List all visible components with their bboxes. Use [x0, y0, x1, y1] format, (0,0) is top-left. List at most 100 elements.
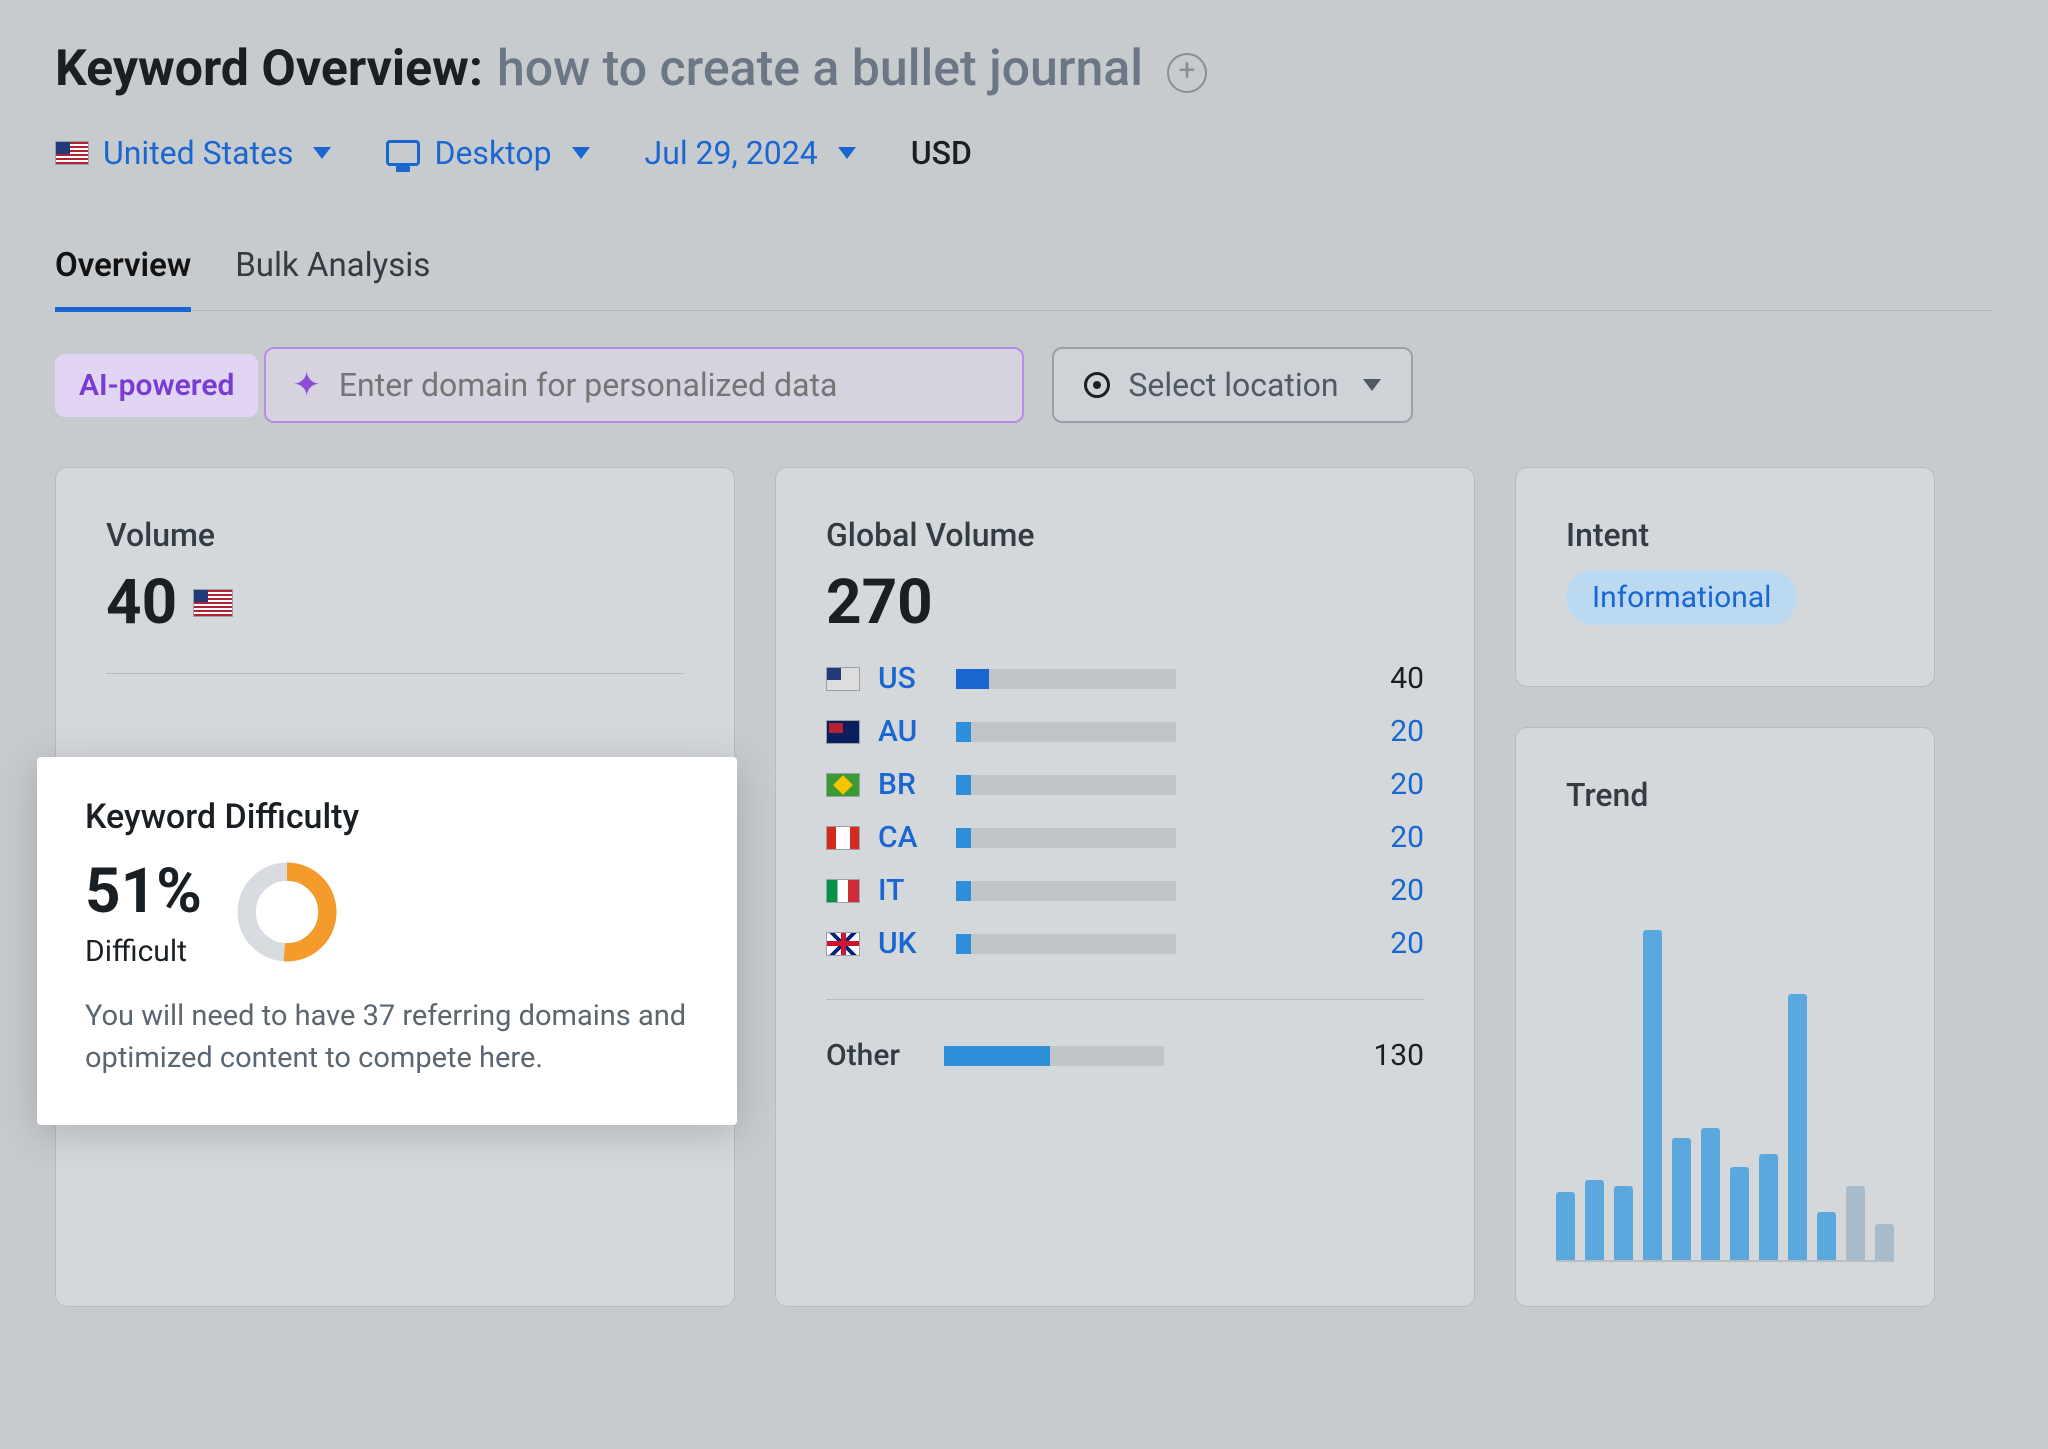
page-title-row: Keyword Overview: how to create a bullet…: [55, 40, 1993, 98]
tab-overview[interactable]: Overview: [55, 246, 191, 312]
br-flag-icon: [826, 773, 860, 797]
gv-val: 20: [1354, 714, 1424, 749]
trend-title: Trend: [1566, 776, 1884, 814]
desktop-icon: [386, 140, 420, 166]
intent-badge[interactable]: Informational: [1566, 570, 1797, 625]
gv-val: 20: [1354, 873, 1424, 908]
volume-value: 40: [106, 566, 177, 639]
gv-val: 130: [1354, 1038, 1424, 1073]
intent-card: Intent Informational: [1515, 467, 1935, 687]
gv-bar: [956, 934, 1176, 954]
cards-row: Volume 40 Keyword Difficulty 51% Difficu…: [55, 467, 1993, 1307]
gv-row[interactable]: AU 20: [826, 714, 1424, 749]
trend-bar: [1701, 1128, 1720, 1260]
global-volume-card: Global Volume 270 US40AU20BR20CA20IT20UK…: [775, 467, 1475, 1307]
tab-bulk-analysis[interactable]: Bulk Analysis: [235, 246, 430, 310]
trend-card: Trend: [1515, 727, 1935, 1307]
gv-bar: [944, 1046, 1164, 1066]
gv-bar: [956, 722, 1176, 742]
kd-label: Difficult: [85, 934, 202, 969]
gv-row[interactable]: US 40: [826, 661, 1424, 696]
ca-flag-icon: [826, 826, 860, 850]
filter-row: United States Desktop Jul 29, 2024 USD: [55, 134, 1993, 172]
ai-powered-badge: AI-powered: [55, 354, 258, 417]
keyword-overview-page: Keyword Overview: how to create a bullet…: [0, 0, 2048, 1307]
col-global-volume: Global Volume 270 US40AU20BR20CA20IT20UK…: [775, 467, 1475, 1307]
tabs: Overview Bulk Analysis: [55, 246, 1993, 311]
trend-bar: [1817, 1212, 1836, 1260]
trend-bar: [1585, 1180, 1604, 1260]
trend-bar: [1672, 1138, 1691, 1260]
gv-row-other[interactable]: Other 130: [826, 1038, 1424, 1073]
gv-code: AU: [878, 714, 938, 749]
gv-bar: [956, 828, 1176, 848]
trend-bar: [1614, 1186, 1633, 1260]
trend-bar: [1730, 1167, 1749, 1260]
kd-text-col: 51% Difficult: [85, 855, 202, 969]
divider: [106, 673, 684, 674]
device-filter-label: Desktop: [434, 134, 551, 172]
us-flag-icon: [826, 667, 860, 691]
us-flag-icon: [55, 141, 89, 165]
intent-title: Intent: [1566, 516, 1884, 554]
domain-input-wrapper[interactable]: ✦: [264, 347, 1024, 423]
au-flag-icon: [826, 720, 860, 744]
trend-bar: [1759, 1154, 1778, 1260]
chevron-down-icon: [1363, 379, 1381, 391]
trend-chart: [1556, 890, 1894, 1260]
date-filter-label: Jul 29, 2024: [645, 134, 818, 172]
date-filter[interactable]: Jul 29, 2024: [645, 134, 856, 172]
gv-row[interactable]: CA 20: [826, 820, 1424, 855]
gv-val: 20: [1354, 767, 1424, 802]
gv-code: US: [878, 661, 938, 696]
gv-title: Global Volume: [826, 516, 1424, 554]
domain-input[interactable]: [339, 366, 997, 404]
location-select[interactable]: Select location: [1052, 347, 1412, 423]
currency-label: USD: [911, 134, 972, 172]
trend-bar: [1846, 1186, 1865, 1260]
add-keyword-icon[interactable]: [1167, 53, 1207, 93]
gv-row[interactable]: BR 20: [826, 767, 1424, 802]
gv-val: 40: [1354, 661, 1424, 696]
kd-value-row: 51% Difficult: [85, 855, 689, 969]
trend-bar: [1556, 1192, 1575, 1260]
it-flag-icon: [826, 879, 860, 903]
kd-donut-chart: [232, 857, 342, 967]
sparkle-icon: ✦: [292, 365, 321, 405]
col-right: Intent Informational Trend: [1515, 467, 1935, 1307]
gv-code: IT: [878, 873, 938, 908]
chevron-down-icon: [572, 147, 590, 159]
volume-title: Volume: [106, 516, 684, 554]
page-title-keyword: how to create a bullet journal: [497, 40, 1143, 98]
gv-other-label: Other: [826, 1038, 926, 1073]
gv-value: 270: [826, 566, 1424, 639]
kd-description: You will need to have 37 referring domai…: [85, 995, 689, 1079]
chevron-down-icon: [313, 147, 331, 159]
gv-code: BR: [878, 767, 938, 802]
country-filter-label: United States: [103, 134, 293, 172]
gv-row[interactable]: IT 20: [826, 873, 1424, 908]
location-select-label: Select location: [1128, 366, 1338, 404]
volume-value-row: 40: [106, 566, 684, 639]
trend-bar: [1788, 994, 1807, 1260]
gv-val: 20: [1354, 820, 1424, 855]
gv-code: CA: [878, 820, 938, 855]
kd-percent: 51%: [85, 855, 202, 928]
divider: [826, 999, 1424, 1000]
country-filter[interactable]: United States: [55, 134, 331, 172]
trend-axis: [1556, 1260, 1894, 1262]
chevron-down-icon: [838, 147, 856, 159]
gv-val: 20: [1354, 926, 1424, 961]
device-filter[interactable]: Desktop: [386, 134, 589, 172]
gv-row[interactable]: UK20: [826, 926, 1424, 961]
us-flag-icon: [193, 589, 233, 617]
page-title-label: Keyword Overview:: [55, 40, 483, 98]
trend-bar: [1875, 1224, 1894, 1260]
gv-bar: [956, 881, 1176, 901]
col-volume: Volume 40 Keyword Difficulty 51% Difficu…: [55, 467, 735, 1307]
uk-flag-icon: [826, 932, 860, 956]
keyword-difficulty-card: Keyword Difficulty 51% Difficult You wil…: [37, 757, 737, 1125]
kd-title: Keyword Difficulty: [85, 797, 689, 837]
gv-list: US40AU20BR20CA20IT20UK20Other130: [826, 661, 1424, 1073]
gv-bar: [956, 669, 1176, 689]
